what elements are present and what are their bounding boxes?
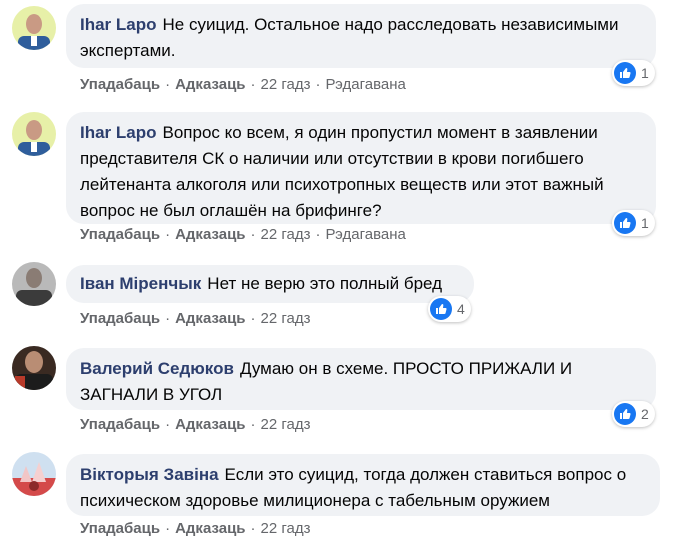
separator: · <box>165 520 171 537</box>
avatar[interactable] <box>12 452 56 496</box>
comment-text: Вопрос ко всем, я один пропустил момент … <box>80 123 604 220</box>
reaction-count[interactable]: 4 <box>428 296 471 322</box>
like-icon <box>614 403 636 425</box>
like-button[interactable]: Упадабаць <box>80 520 160 537</box>
reaction-number: 2 <box>641 406 649 422</box>
edited-label[interactable]: Рэдагавана <box>325 226 405 243</box>
reaction-number: 1 <box>641 215 649 231</box>
comment-author[interactable]: Валерий Седюков <box>80 359 234 378</box>
reaction-number: 4 <box>457 301 465 317</box>
comment-author[interactable]: Ihar Lapo <box>80 123 157 142</box>
reply-button[interactable]: Адказаць <box>175 310 245 327</box>
like-icon <box>430 298 452 320</box>
separator: · <box>250 226 256 243</box>
comment-time[interactable]: 22 гадз <box>261 226 311 243</box>
separator: · <box>165 416 171 433</box>
reaction-count[interactable]: 1 <box>612 60 655 86</box>
like-button[interactable]: Упадабаць <box>80 226 160 243</box>
comment-actions: Упадабаць · Адказаць · 22 гадз · Рэдагавана <box>80 226 406 243</box>
separator: · <box>165 310 171 327</box>
comment-actions: Упадабаць · Адказаць · 22 гадз <box>80 416 310 433</box>
reply-button[interactable]: Адказаць <box>175 520 245 537</box>
reply-button[interactable]: Адказаць <box>175 226 245 243</box>
avatar[interactable] <box>12 6 56 50</box>
comment-time[interactable]: 22 гадз <box>261 416 311 433</box>
separator: · <box>165 226 171 243</box>
like-button[interactable]: Упадабаць <box>80 310 160 327</box>
comment-actions: Упадабаць · Адказаць · 22 гадз <box>80 310 310 327</box>
comment-time[interactable]: 22 гадз <box>261 76 311 93</box>
separator: · <box>315 226 321 243</box>
separator: · <box>250 416 256 433</box>
separator: · <box>250 310 256 327</box>
comment-actions: Упадабаць · Адказаць · 22 гадз <box>80 520 310 537</box>
separator: · <box>250 76 256 93</box>
comment-time[interactable]: 22 гадз <box>261 310 311 327</box>
reaction-count[interactable]: 1 <box>612 210 655 236</box>
separator: · <box>315 76 321 93</box>
reply-button[interactable]: Адказаць <box>175 416 245 433</box>
comment-text: Не суицид. Остальное надо расследовать н… <box>80 15 619 60</box>
avatar[interactable] <box>12 346 56 390</box>
like-button[interactable]: Упадабаць <box>80 76 160 93</box>
comment-bubble: Валерий Седюков Думаю он в схеме. ПРОСТО … <box>66 348 656 410</box>
reaction-number: 1 <box>641 65 649 81</box>
edited-label[interactable]: Рэдагавана <box>325 76 405 93</box>
comment-bubble: Іван Міренчык Нет не верю это полный бред <box>66 265 474 303</box>
avatar[interactable] <box>12 262 56 306</box>
avatar[interactable] <box>12 112 56 156</box>
comment-time[interactable]: 22 гадз <box>261 520 311 537</box>
comment-bubble: Ihar Lapo Вопрос ко всем, я один пропусти… <box>66 112 656 224</box>
comment-text: Нет не верю это полный бред <box>207 274 443 293</box>
like-button[interactable]: Упадабаць <box>80 416 160 433</box>
like-icon <box>614 62 636 84</box>
like-icon <box>614 212 636 234</box>
comment-author[interactable]: Іван Міренчык <box>80 274 201 293</box>
separator: · <box>250 520 256 537</box>
reply-button[interactable]: Адказаць <box>175 76 245 93</box>
comment-bubble: Ihar Lapo Не суицид. Остальное надо рассл… <box>66 4 656 68</box>
comment-author[interactable]: Вікторыя Завіна <box>80 465 219 484</box>
separator: · <box>165 76 171 93</box>
comment-author[interactable]: Ihar Lapo <box>80 15 157 34</box>
comment-actions: Упадабаць · Адказаць · 22 гадз · Рэдагавана <box>80 76 406 93</box>
comment-bubble: Вікторыя Завіна Если это суицид, тогда до… <box>66 454 660 516</box>
reaction-count[interactable]: 2 <box>612 401 655 427</box>
